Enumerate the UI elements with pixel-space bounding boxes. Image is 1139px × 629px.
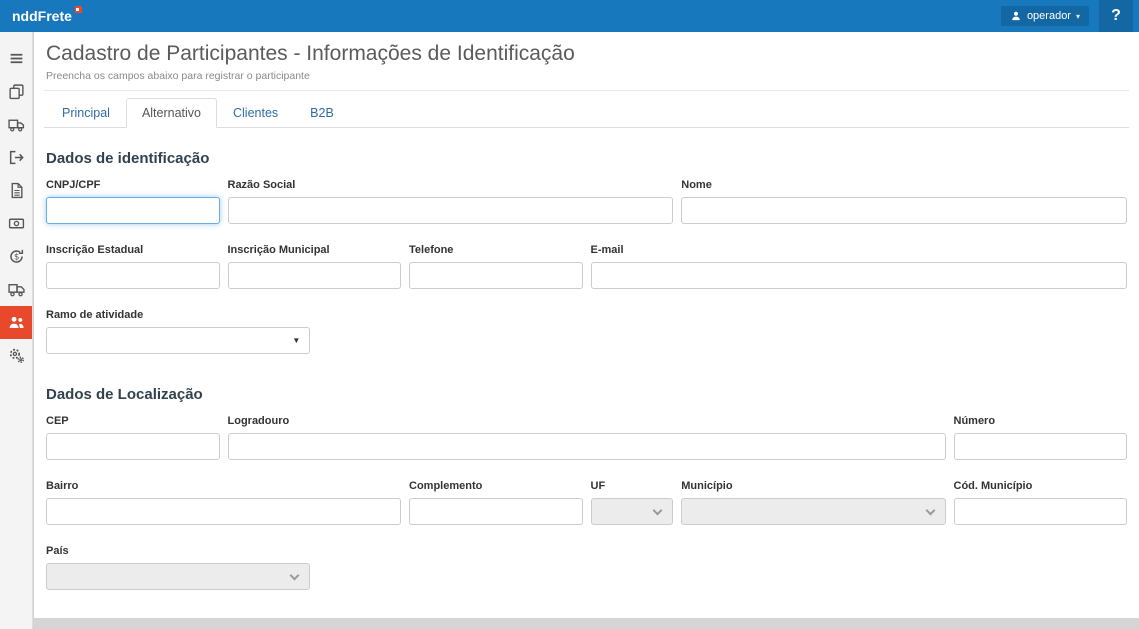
field-pais: País — [46, 545, 310, 590]
cep-input[interactable] — [46, 433, 220, 460]
chevron-down-icon: ▾ — [1076, 12, 1080, 21]
uf-label: UF — [591, 480, 674, 492]
form-row: País — [46, 545, 1127, 590]
tab-alternativo[interactable]: Alternativo — [126, 98, 217, 128]
app-window: nddFrete operador ▾ ? — [0, 0, 1139, 629]
menu-icon[interactable] — [0, 42, 32, 75]
form-row: CEP Logradouro Número — [46, 415, 1127, 460]
cod-municipio-label: Cód. Município — [954, 480, 1128, 492]
field-telefone: Telefone — [409, 244, 583, 289]
field-cnpj-cpf: CNPJ/CPF — [46, 179, 220, 224]
field-bairro: Bairro — [46, 480, 401, 525]
section-localizacao-title: Dados de Localização — [46, 386, 1127, 403]
cnpj-cpf-label: CNPJ/CPF — [46, 179, 220, 191]
participants-icon[interactable] — [0, 306, 32, 339]
form-row: Ramo de atividade ▼ — [46, 309, 1127, 354]
complemento-input[interactable] — [409, 498, 583, 525]
municipio-label: Município — [681, 480, 945, 492]
inscricao-estadual-label: Inscrição Estadual — [46, 244, 220, 256]
telefone-label: Telefone — [409, 244, 583, 256]
field-complemento: Complemento — [409, 480, 583, 525]
truck-icon[interactable] — [0, 108, 32, 141]
tab-principal[interactable]: Principal — [46, 98, 126, 128]
field-inscricao-estadual: Inscrição Estadual — [46, 244, 220, 289]
svg-text:$: $ — [13, 253, 18, 263]
field-nome: Nome — [681, 179, 1127, 224]
form-row: Inscrição Estadual Inscrição Municipal T… — [46, 244, 1127, 289]
logradouro-input[interactable] — [228, 433, 946, 460]
top-bar: nddFrete operador ▾ ? — [0, 0, 1139, 32]
chevron-down-icon — [653, 506, 663, 516]
page-subtitle: Preencha os campos abaixo para registrar… — [46, 70, 1127, 82]
ramo-atividade-select[interactable]: ▼ — [46, 327, 310, 354]
logradouro-label: Logradouro — [228, 415, 946, 427]
page-header: Cadastro de Participantes - Informações … — [44, 32, 1129, 91]
chevron-down-icon — [290, 571, 300, 581]
banknote-icon[interactable] — [0, 207, 32, 240]
user-label: operador — [1027, 10, 1071, 22]
bairro-label: Bairro — [46, 480, 401, 492]
field-ramo-atividade: Ramo de atividade ▼ — [46, 309, 310, 354]
main-content: Cadastro de Participantes - Informações … — [34, 32, 1139, 618]
tab-b2b[interactable]: B2B — [294, 98, 350, 128]
field-cep: CEP — [46, 415, 220, 460]
user-menu-button[interactable]: operador ▾ — [1001, 6, 1089, 26]
pais-label: País — [46, 545, 310, 557]
telefone-input[interactable] — [409, 262, 583, 289]
pais-select[interactable] — [46, 563, 310, 590]
field-logradouro: Logradouro — [228, 415, 946, 460]
inscricao-estadual-input[interactable] — [46, 262, 220, 289]
section-identificacao-title: Dados de identificação — [46, 150, 1127, 167]
settings-gears-icon[interactable] — [0, 339, 32, 372]
uf-select[interactable] — [591, 498, 674, 525]
inscricao-municipal-input[interactable] — [228, 262, 402, 289]
help-label: ? — [1111, 7, 1121, 25]
inscricao-municipal-label: Inscrição Municipal — [228, 244, 402, 256]
cep-label: CEP — [46, 415, 220, 427]
nddfrete-logo[interactable]: nddFrete — [12, 8, 82, 24]
bairro-input[interactable] — [46, 498, 401, 525]
sidebar: $ — [0, 32, 33, 629]
chevron-down-icon — [925, 506, 935, 516]
razao-social-label: Razão Social — [228, 179, 674, 191]
complemento-label: Complemento — [409, 480, 583, 492]
topbar-right: operador ▾ ? — [1001, 0, 1133, 32]
field-uf: UF — [591, 480, 674, 525]
brand-flag-icon — [75, 6, 82, 13]
field-inscricao-municipal: Inscrição Municipal — [228, 244, 402, 289]
tab-bar: Principal Alternativo Clientes B2B — [44, 98, 1129, 128]
ramo-atividade-label: Ramo de atividade — [46, 309, 310, 321]
user-icon — [1010, 10, 1022, 22]
field-numero: Número — [954, 415, 1128, 460]
delivery-truck-icon[interactable] — [0, 273, 32, 306]
brand-text: nddFrete — [12, 8, 72, 24]
tab-clientes[interactable]: Clientes — [217, 98, 294, 128]
dropdown-arrow-icon: ▼ — [292, 337, 300, 345]
field-cod-municipio: Cód. Município — [954, 480, 1128, 525]
field-email: E-mail — [591, 244, 1128, 289]
cnpj-cpf-input[interactable] — [46, 197, 220, 224]
municipio-select[interactable] — [681, 498, 945, 525]
razao-social-input[interactable] — [228, 197, 674, 224]
email-label: E-mail — [591, 244, 1128, 256]
numero-label: Número — [954, 415, 1128, 427]
field-municipio: Município — [681, 480, 945, 525]
cod-municipio-input[interactable] — [954, 498, 1128, 525]
email-input[interactable] — [591, 262, 1128, 289]
copy-icon[interactable] — [0, 75, 32, 108]
page-title: Cadastro de Participantes - Informações … — [46, 42, 1127, 66]
refresh-dollar-icon[interactable]: $ — [0, 240, 32, 273]
document-icon[interactable] — [0, 174, 32, 207]
field-razao-social: Razão Social — [228, 179, 674, 224]
form-row: CNPJ/CPF Razão Social Nome — [46, 179, 1127, 224]
nome-input[interactable] — [681, 197, 1127, 224]
nome-label: Nome — [681, 179, 1127, 191]
form-row: Bairro Complemento UF Município — [46, 480, 1127, 525]
export-icon[interactable] — [0, 141, 32, 174]
help-button[interactable]: ? — [1099, 0, 1133, 32]
numero-input[interactable] — [954, 433, 1128, 460]
